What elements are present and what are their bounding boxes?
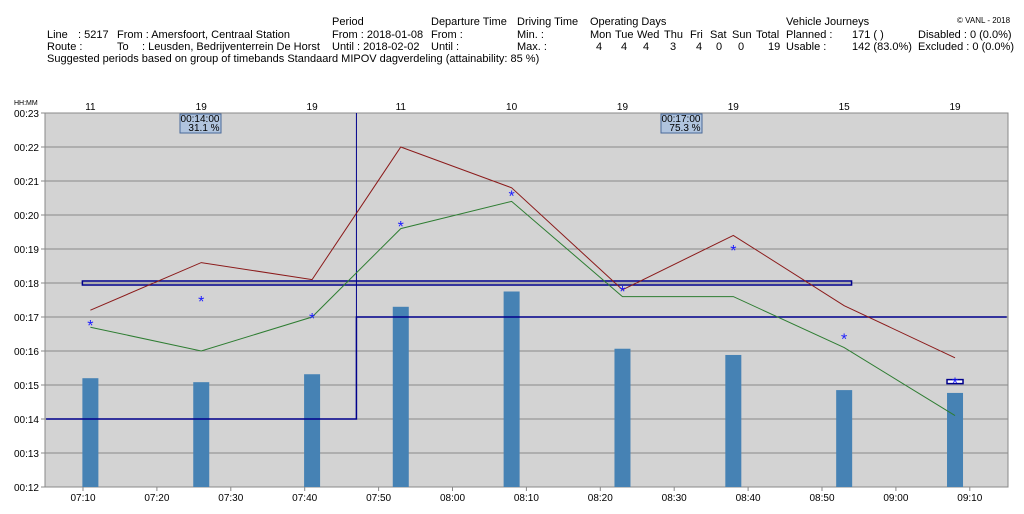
bar [304,374,321,487]
bar [836,390,853,487]
mean-marker: * [619,284,625,301]
x-tick-label: 08:10 [514,493,539,504]
period-label-pct: 31.1 % [188,123,219,134]
bar [947,392,964,487]
count-label: 11 [85,102,96,113]
x-tick-label: 08:30 [662,493,687,504]
bar [503,291,520,487]
mean-marker: * [730,243,736,260]
y-tick-label: 00:14 [14,415,39,426]
count-label: 15 [839,102,851,113]
y-tick-label: 00:22 [14,143,39,154]
y-tick-label: 00:18 [14,279,39,290]
x-tick-label: 07:40 [292,493,317,504]
x-tick-label: 07:20 [144,493,169,504]
count-label: 19 [196,102,208,113]
x-tick-label: 08:50 [809,493,834,504]
plot-area [44,112,1009,488]
x-tick-label: 08:20 [588,493,613,504]
y-tick-label: 00:19 [14,245,39,256]
x-tick-label: 08:00 [440,493,465,504]
y-tick-label: 00:15 [14,381,39,392]
bar [392,306,409,487]
count-label: 19 [617,102,629,113]
x-tick-label: 09:00 [883,493,908,504]
mean-marker: * [398,219,404,236]
y-tick-label: 00:23 [14,109,39,120]
x-tick-label: 08:40 [736,493,761,504]
bar [82,378,99,487]
y-tick-label: 00:20 [14,211,39,222]
mean-marker: * [198,294,204,311]
y-tick-label: 00:21 [14,177,39,188]
count-label: 10 [506,102,518,113]
count-label: 19 [949,102,961,113]
bar [614,348,631,487]
period-label-pct: 75.3 % [669,123,700,134]
bar [193,382,210,487]
mean-marker: * [509,189,515,206]
y-tick-label: 00:16 [14,347,39,358]
mean-marker: * [952,376,958,393]
mean-marker: * [309,311,315,328]
chart: 00:23 00:22 00:21 00:20 00:19 00:18 00:17 00:16… [14,100,1009,504]
count-label: 19 [728,102,740,113]
y-tick-label: 00:13 [14,449,39,460]
count-label: 11 [396,102,407,113]
y-axis-label: HH:MM [14,100,38,107]
x-tick-label: 07:10 [70,493,95,504]
x-tick-label: 07:50 [366,493,391,504]
y-tick-label: 00:17 [14,313,39,324]
mean-marker: * [87,318,93,335]
count-label: 19 [307,102,319,113]
bar [725,354,742,487]
x-tick-label: 07:30 [218,493,243,504]
y-tick-label: 00:12 [14,483,39,494]
x-tick-label: 09:10 [957,493,982,504]
mean-marker: * [841,331,847,348]
